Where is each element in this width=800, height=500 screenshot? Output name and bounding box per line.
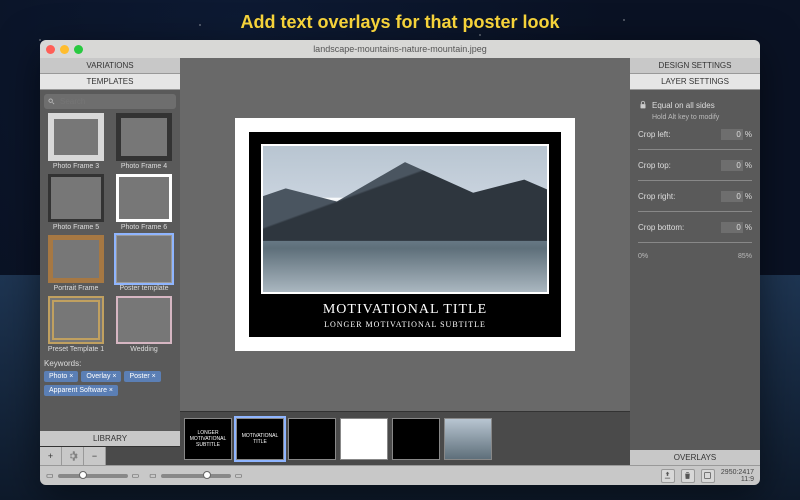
right-panel: DESIGN SETTINGS LAYER SETTINGS Equal on … <box>630 58 760 465</box>
tab-layer-settings[interactable]: LAYER SETTINGS <box>630 74 760 90</box>
crop-top-slider[interactable] <box>638 175 752 185</box>
scale-min: 0% <box>638 253 648 260</box>
strip-item[interactable] <box>444 418 492 460</box>
window-title: landscape-mountains-nature-mountain.jpeg <box>40 44 760 54</box>
canvas[interactable]: MOTIVATIONAL TITLE LONGER MOTIVATIONAL S… <box>235 118 575 351</box>
opacity-slider[interactable] <box>161 474 231 478</box>
tab-variations[interactable]: VARIATIONS <box>40 58 180 74</box>
template-item[interactable]: Poster template <box>112 235 176 292</box>
statusbar: ▭ ▭ ▭ ▭ 2950:2417 <box>40 465 760 485</box>
left-panel: VARIATIONS TEMPLATES Photo Frame 3 Photo… <box>40 58 180 465</box>
zoom-slider[interactable] <box>58 474 128 478</box>
equal-sides-note: Hold Alt key to modify <box>652 114 752 121</box>
trash-icon[interactable] <box>681 469 695 483</box>
crop-bottom-label: Crop bottom: <box>638 223 684 232</box>
library-label[interactable]: LIBRARY <box>40 431 180 446</box>
strip-item[interactable]: MOTIVATIONAL TITLE <box>236 418 284 460</box>
lock-icon[interactable] <box>638 100 648 110</box>
crop-bottom-slider[interactable] <box>638 237 752 247</box>
strip-item[interactable]: LONGER MOTIVATIONAL SUBTITLE <box>184 418 232 460</box>
template-grid: Photo Frame 3 Photo Frame 4 Photo Frame … <box>44 113 176 353</box>
gear-icon[interactable] <box>62 447 84 465</box>
template-item[interactable]: Photo Frame 4 <box>112 113 176 170</box>
crop-left-slider[interactable] <box>638 144 752 154</box>
strip-item[interactable] <box>392 418 440 460</box>
strip-item[interactable] <box>288 418 336 460</box>
opacity-rect-icon: ▭ <box>235 471 243 480</box>
poster-subtitle[interactable]: LONGER MOTIVATIONAL SUBTITLE <box>261 320 549 329</box>
library-toolbar: + − <box>40 446 180 465</box>
titlebar: landscape-mountains-nature-mountain.jpeg <box>40 40 760 58</box>
poster: MOTIVATIONAL TITLE LONGER MOTIVATIONAL S… <box>249 132 561 337</box>
canvas-area: MOTIVATIONAL TITLE LONGER MOTIVATIONAL S… <box>180 58 630 465</box>
zoom-rect-icon: ▭ <box>46 471 54 480</box>
search-field[interactable] <box>58 96 172 107</box>
overlays-label[interactable]: OVERLAYS <box>630 450 760 465</box>
crop-right-label: Crop right: <box>638 192 675 201</box>
tab-templates[interactable]: TEMPLATES <box>40 74 180 90</box>
app-window: landscape-mountains-nature-mountain.jpeg… <box>40 40 760 485</box>
search-input[interactable] <box>44 94 176 109</box>
coordinates: 2950:2417 11:9 <box>721 469 754 483</box>
export-button[interactable] <box>661 469 675 483</box>
scale-max: 85% <box>738 253 752 260</box>
template-item[interactable]: Photo Frame 6 <box>112 174 176 231</box>
poster-image[interactable] <box>261 144 549 294</box>
equal-sides-label: Equal on all sides <box>652 101 752 110</box>
settings-icon[interactable] <box>701 469 715 483</box>
keyword-chip[interactable]: Overlay × <box>81 371 121 382</box>
template-item[interactable]: Preset Template 1 <box>44 296 108 353</box>
crop-left-input[interactable] <box>721 129 743 140</box>
keyword-chip[interactable]: Poster × <box>124 371 160 382</box>
poster-title[interactable]: MOTIVATIONAL TITLE <box>261 302 549 318</box>
crop-bottom-input[interactable] <box>721 222 743 233</box>
strip-item[interactable] <box>340 418 388 460</box>
add-button[interactable]: + <box>40 447 62 465</box>
template-item[interactable]: Photo Frame 5 <box>44 174 108 231</box>
tab-design-settings[interactable]: DESIGN SETTINGS <box>630 58 760 74</box>
template-item[interactable]: Photo Frame 3 <box>44 113 108 170</box>
marketing-headline: Add text overlays for that poster look <box>0 12 800 33</box>
remove-button[interactable]: − <box>84 447 106 465</box>
crop-top-input[interactable] <box>721 160 743 171</box>
keyword-chip[interactable]: Apparent Software × <box>44 385 118 396</box>
opacity-rect-icon: ▭ <box>149 471 157 480</box>
crop-right-slider[interactable] <box>638 206 752 216</box>
crop-left-label: Crop left: <box>638 130 670 139</box>
template-item[interactable]: Wedding <box>112 296 176 353</box>
layer-strip: LONGER MOTIVATIONAL SUBTITLE MOTIVATIONA… <box>180 411 630 465</box>
crop-top-label: Crop top: <box>638 161 671 170</box>
keyword-chip[interactable]: Photo × <box>44 371 78 382</box>
keywords-label: Keywords: <box>44 359 176 368</box>
zoom-rect-icon: ▭ <box>132 471 140 480</box>
template-item[interactable]: Portrait Frame <box>44 235 108 292</box>
search-icon <box>48 97 55 106</box>
crop-right-input[interactable] <box>721 191 743 202</box>
